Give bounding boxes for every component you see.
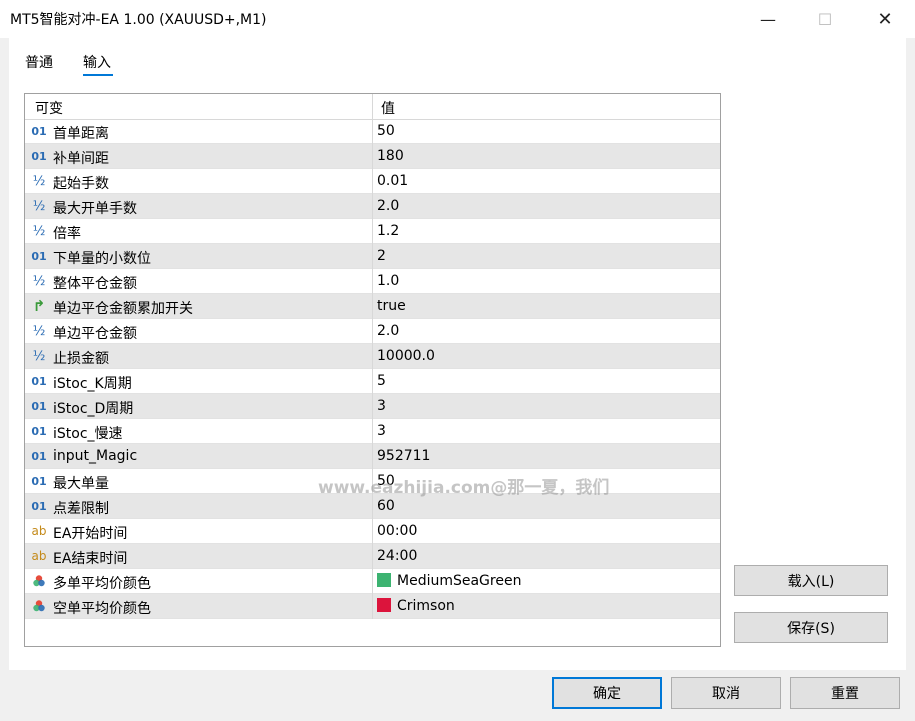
color-palette-icon [30,572,48,590]
row-value-text: 180 [377,148,404,164]
row-variable-name: 整体平仓金额 [53,276,137,292]
row-value[interactable]: 50 [377,123,395,139]
row-variable-name: 倍率 [53,226,81,242]
row-variable-name: 单边平仓金额 [53,326,137,342]
row-variable-name: 起始手数 [53,176,109,192]
row-variable-name: 最大单量 [53,476,109,492]
row-value[interactable]: 2.0 [377,198,399,214]
row-value[interactable]: true [377,298,406,314]
window-title: MT5智能对冲-EA 1.00 (XAUUSD+,M1) [10,12,267,28]
tab-inputs[interactable]: 输入 [83,52,111,72]
row-value[interactable]: Crimson [377,598,455,614]
double-type-icon: ½ [32,198,46,214]
watermark-text: www.eazhijia.com@那一夏，我们 [318,478,610,498]
row-value-text: 3 [377,398,386,414]
row-value[interactable]: 60 [377,498,395,514]
integer-type-icon: 01 [31,474,47,488]
minimize-button[interactable]: — [745,0,791,38]
integer-type-icon: 01 [31,449,47,463]
header-value[interactable]: 值 [381,98,395,118]
row-value-text: 1.2 [377,223,400,239]
row-value-text: 2.0 [377,323,400,339]
row-value[interactable]: 1.0 [377,273,399,289]
row-value-text: 2.0 [377,198,400,214]
tab-selected-indicator [83,74,113,76]
row-value[interactable]: 10000.0 [377,348,435,364]
color-swatch [377,598,391,612]
row-value[interactable]: 1.2 [377,223,399,239]
integer-type-icon: 01 [31,149,47,163]
integer-type-icon: 01 [31,399,47,413]
row-value-text: Crimson [397,598,455,614]
integer-type-icon: 01 [31,249,47,263]
row-value[interactable]: MediumSeaGreen [377,573,521,589]
dialog-client-area: 普通 输入 可变 值 01 首单距离 50 01 补单间距 180 ½ 起始手数 0.01 ½ 最大… [9,38,906,670]
double-type-icon: ½ [32,273,46,289]
row-value[interactable]: 2 [377,248,386,264]
row-value-text: 3 [377,423,386,439]
load-button[interactable]: 载入(L) [734,565,888,596]
row-variable-name: iStoc_D周期 [53,401,134,417]
row-value-text: 5 [377,373,386,389]
row-variable-name: 最大开单手数 [53,201,137,217]
row-variable-name: 下单量的小数位 [53,251,151,267]
row-value-text: true [377,298,406,314]
row-variable-name: 单边平仓金额累加开关 [53,301,193,317]
row-variable-name: 首单距离 [53,126,109,142]
row-value[interactable]: 2.0 [377,323,399,339]
row-variable-name: 止损金额 [53,351,109,367]
row-value-text: 60 [377,498,395,514]
string-type-icon: ab [31,524,47,538]
integer-type-icon: 01 [31,374,47,388]
double-type-icon: ½ [32,323,46,339]
row-variable-name: iStoc_慢速 [53,426,123,442]
row-variable-name: input_Magic [53,448,138,464]
row-value-text: MediumSeaGreen [397,573,522,589]
row-value[interactable]: 24:00 [377,548,417,564]
column-divider[interactable] [372,94,373,619]
double-type-icon: ½ [32,223,46,239]
row-variable-name: 补单间距 [53,151,109,167]
row-value-text: 24:00 [377,548,418,564]
double-type-icon: ½ [32,348,46,364]
color-palette-icon [30,597,48,615]
maximize-button[interactable]: ☐ [802,0,848,38]
row-value[interactable]: 3 [377,423,386,439]
row-value[interactable]: 3 [377,398,386,414]
bool-type-icon: ↱ [32,297,46,315]
title-bar: MT5智能对冲-EA 1.00 (XAUUSD+,M1) — ☐ ✕ [0,0,915,38]
row-variable-name: 多单平均价颜色 [53,576,151,592]
row-variable-name: EA开始时间 [53,526,128,542]
row-value[interactable]: 5 [377,373,386,389]
cancel-button[interactable]: 取消 [671,677,781,709]
tab-general[interactable]: 普通 [25,52,53,72]
row-variable-name: 空单平均价颜色 [53,601,151,617]
row-variable-name: 点差限制 [53,501,109,517]
row-variable-name: iStoc_K周期 [53,376,132,392]
row-value[interactable]: 952711 [377,448,430,464]
color-swatch [377,573,391,587]
save-button[interactable]: 保存(S) [734,612,888,643]
row-variable-name: EA结束时间 [53,551,128,567]
row-value-text: 1.0 [377,273,400,289]
ok-button[interactable]: 确定 [552,677,662,709]
inputs-grid: 可变 值 01 首单距离 50 01 补单间距 180 ½ 起始手数 0.01 ½ 最大开单手数 2.… [24,93,721,647]
row-value-text: 952711 [377,448,431,464]
header-variable[interactable]: 可变 [35,98,63,118]
row-value-text: 0.01 [377,173,409,189]
integer-type-icon: 01 [31,124,47,138]
row-value-text: 00:00 [377,523,418,539]
close-button[interactable]: ✕ [862,0,908,38]
integer-type-icon: 01 [31,499,47,513]
row-value[interactable]: 0.01 [377,173,408,189]
row-value-text: 10000.0 [377,348,435,364]
row-value-text: 50 [377,123,395,139]
string-type-icon: ab [31,549,47,563]
row-value[interactable]: 180 [377,148,404,164]
row-value-text: 2 [377,248,386,264]
row-value[interactable]: 00:00 [377,523,417,539]
double-type-icon: ½ [32,173,46,189]
reset-button[interactable]: 重置 [790,677,900,709]
integer-type-icon: 01 [31,424,47,438]
